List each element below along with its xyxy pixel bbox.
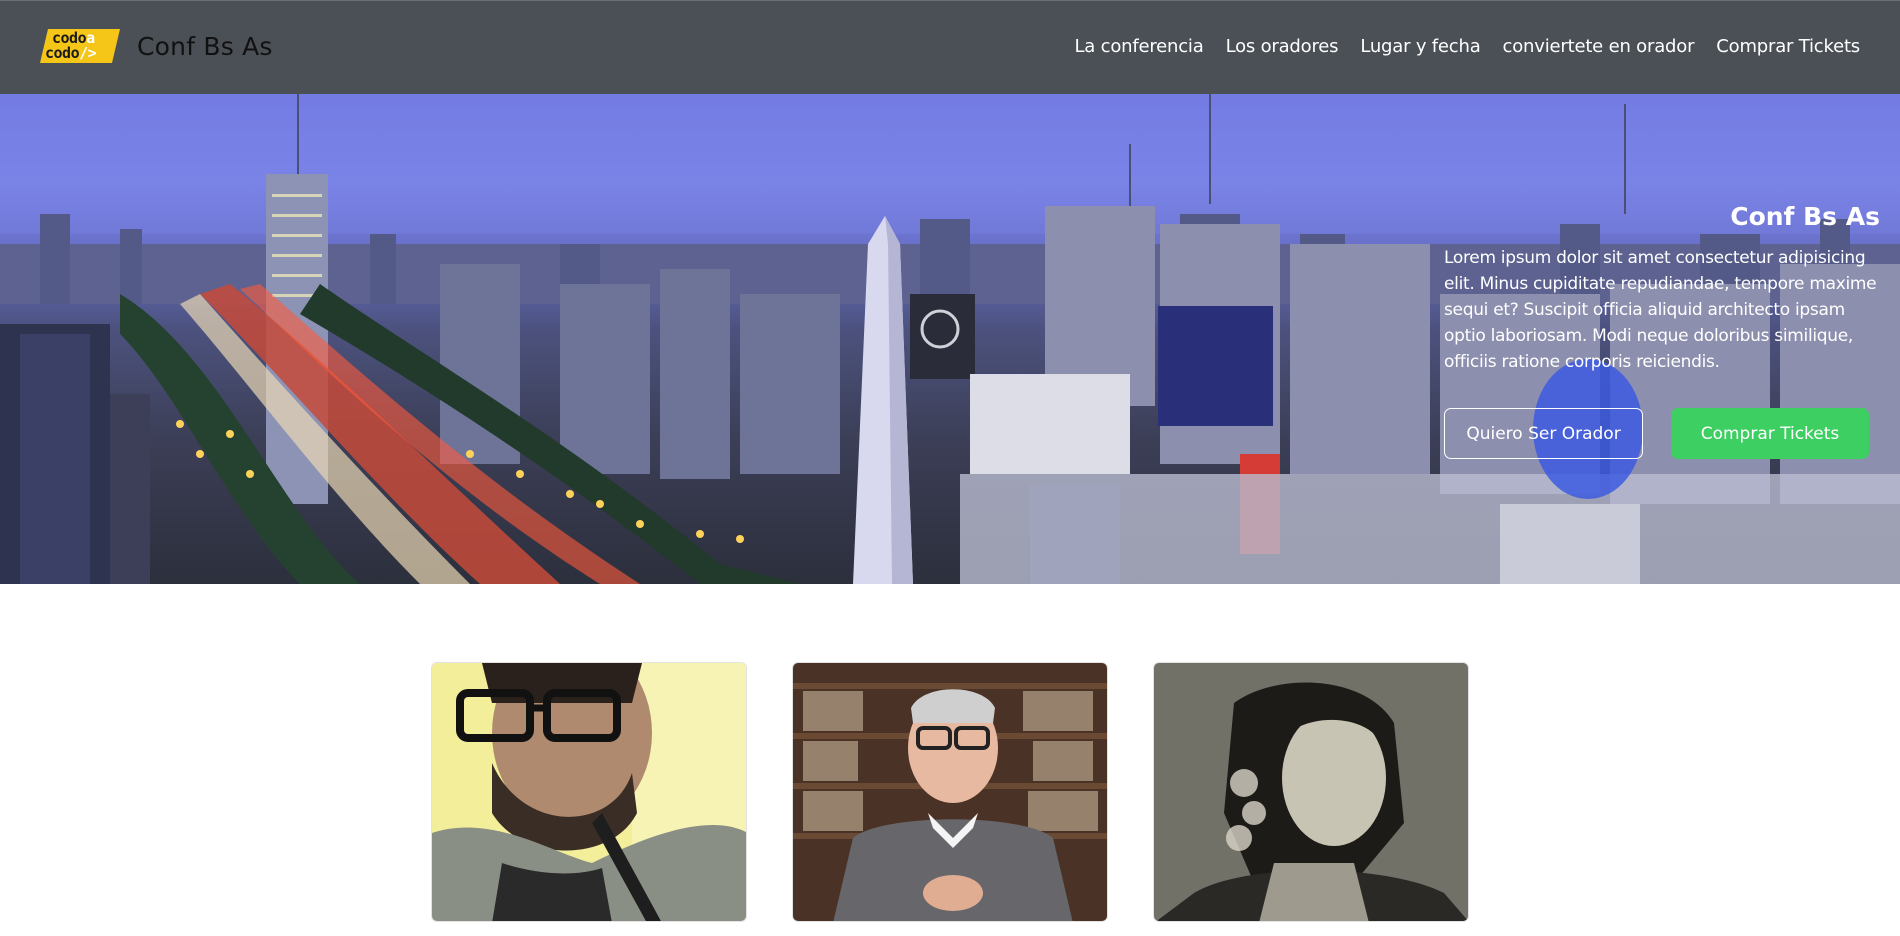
nav-link-los-oradores[interactable]: Los oradores xyxy=(1226,36,1339,57)
speakers-section xyxy=(431,662,1469,922)
hero-content: Conf Bs As Lorem ipsum dolor sit amet co… xyxy=(1444,202,1884,459)
quiero-ser-orador-button[interactable]: Quiero Ser Orador xyxy=(1444,408,1643,459)
speaker-card[interactable] xyxy=(431,662,747,922)
hero-title: Conf Bs As xyxy=(1730,202,1880,231)
speaker-photo-1 xyxy=(432,663,746,921)
speaker-photo-2 xyxy=(793,663,1107,921)
nav-link-comprar-tickets[interactable]: Comprar Tickets xyxy=(1716,36,1860,57)
speaker-card[interactable] xyxy=(792,662,1108,922)
nav-link-lugar-y-fecha[interactable]: Lugar y fecha xyxy=(1360,36,1480,57)
brand[interactable]: codoa codo/> Conf Bs As xyxy=(40,27,273,65)
comprar-tickets-button[interactable]: Comprar Tickets xyxy=(1671,408,1869,459)
hero-section: Conf Bs As Lorem ipsum dolor sit amet co… xyxy=(0,94,1900,584)
brand-title[interactable]: Conf Bs As xyxy=(137,32,273,61)
hero-description: Lorem ipsum dolor sit amet consectetur a… xyxy=(1444,248,1877,372)
speaker-photo-3 xyxy=(1154,663,1468,921)
nav-links: La conferencia Los oradores Lugar y fech… xyxy=(1074,36,1860,57)
speaker-card[interactable] xyxy=(1153,662,1469,922)
nav-link-conviertete-en-orador[interactable]: conviertete en orador xyxy=(1503,36,1695,57)
codo-a-codo-logo[interactable]: codoa codo/> xyxy=(40,27,120,65)
nav-link-la-conferencia[interactable]: La conferencia xyxy=(1074,36,1203,57)
navbar: codoa codo/> Conf Bs As La conferencia L… xyxy=(0,0,1900,94)
hero-buttons: Quiero Ser Orador Comprar Tickets xyxy=(1444,408,1869,459)
